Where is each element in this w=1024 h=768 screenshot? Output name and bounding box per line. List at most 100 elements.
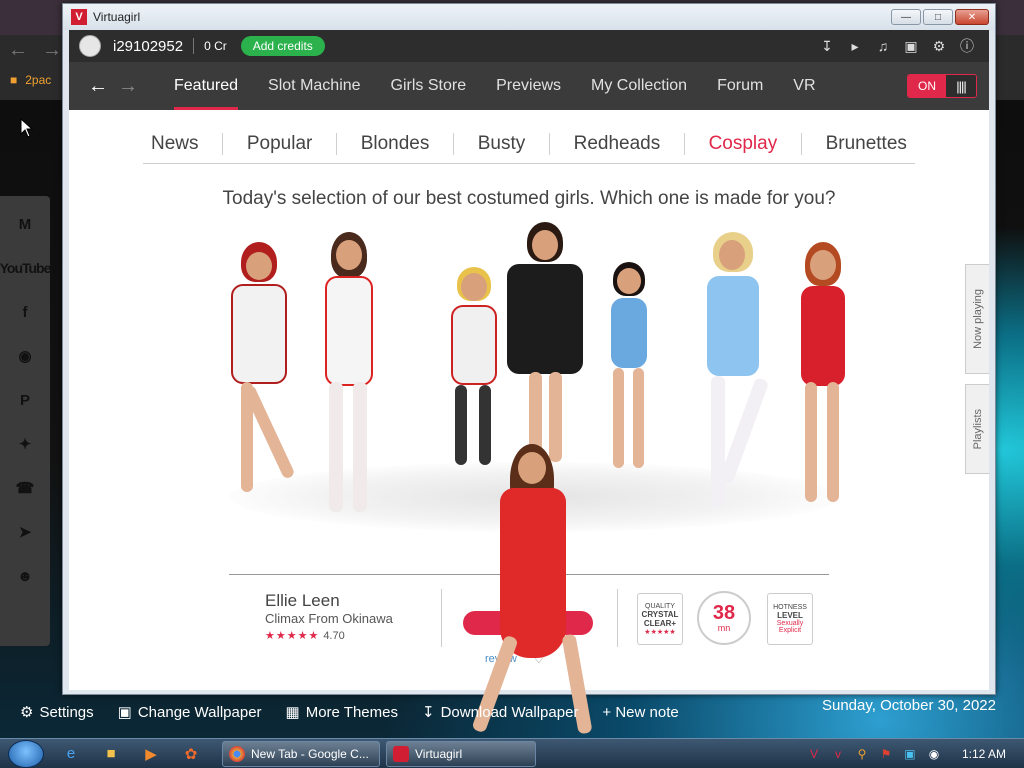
divider: [683, 132, 685, 155]
quality-badge-stars: ★★★★★: [644, 628, 676, 636]
bookmark-icon: ■: [10, 73, 18, 87]
browser-back-icon[interactable]: ←: [8, 39, 28, 62]
avatar[interactable]: [79, 35, 101, 57]
forward-arrow-icon[interactable]: →: [113, 75, 143, 98]
gmail-icon[interactable]: M: [5, 202, 45, 246]
music-icon[interactable]: ♫: [873, 36, 893, 56]
more-themes-button[interactable]: ▦ More Themes: [285, 703, 398, 722]
category-busty[interactable]: Busty: [470, 133, 534, 155]
category-blondes[interactable]: Blondes: [353, 133, 438, 155]
download-wallpaper-label: Download Wallpaper: [440, 703, 579, 721]
divider: [441, 589, 442, 647]
hotness-badge-sub1: Sexually: [776, 620, 804, 627]
twitter-icon[interactable]: ✦: [5, 422, 45, 466]
folder-icon[interactable]: ■: [98, 743, 124, 765]
category-popular[interactable]: Popular: [239, 133, 321, 155]
image-icon: ▣: [117, 704, 132, 721]
change-wallpaper-label: Change Wallpaper: [137, 703, 262, 721]
nav-forum[interactable]: Forum: [702, 62, 778, 110]
username: i29102952: [113, 37, 184, 55]
model-figure: [789, 242, 859, 512]
browser-forward-icon[interactable]: →: [42, 39, 62, 62]
change-wallpaper-button[interactable]: ▣ Change Wallpaper: [117, 703, 262, 722]
rating-value: 4.70: [323, 629, 345, 642]
search-icon[interactable]: ⚲: [854, 746, 870, 762]
model-name[interactable]: Ellie Leen: [265, 591, 340, 611]
model-figure: [599, 262, 659, 472]
nav-featured[interactable]: Featured: [159, 62, 253, 110]
now-playing-label: Now playing: [971, 289, 984, 349]
quality-badge-main: CRYSTAL: [641, 609, 679, 619]
download-wallpaper-button[interactable]: ↧ Download Wallpaper: [421, 703, 579, 722]
vr-toggle[interactable]: ON ||||: [907, 74, 977, 98]
telegram-icon[interactable]: ➤: [5, 510, 45, 554]
taskbar-virtuagirl-label: Virtuagirl: [415, 746, 463, 761]
clock[interactable]: 1:12 AM: [962, 747, 1006, 761]
flag-icon[interactable]: ⚑: [878, 746, 894, 762]
grid-icon: ▦: [285, 704, 300, 721]
hotness-badge-sub2: Explicit: [778, 627, 802, 634]
nav-vr[interactable]: VR: [778, 62, 830, 110]
virtuagirl-tray-icon[interactable]: V: [806, 746, 822, 762]
taskbar-chrome[interactable]: New Tab - Google C...: [222, 740, 380, 767]
facebook-icon[interactable]: f: [5, 290, 45, 334]
maximize-button[interactable]: □: [923, 9, 953, 25]
hotness-badge-top: HOTNESS: [773, 604, 807, 611]
now-playing-tab[interactable]: Now playing: [965, 264, 989, 374]
info-icon[interactable]: ⓘ: [957, 36, 977, 56]
quality-badge-top: QUALITY: [645, 602, 675, 610]
instagram-icon[interactable]: ◉: [5, 334, 45, 378]
download-icon: ↧: [421, 704, 435, 721]
scene-name[interactable]: Climax From Okinawa: [265, 611, 393, 626]
settings-button[interactable]: ⚙ Settings: [20, 703, 94, 722]
category-redheads[interactable]: Redheads: [566, 133, 669, 155]
v-tray-icon[interactable]: v: [830, 746, 846, 762]
app-logo-icon: V: [71, 9, 87, 25]
playlists-tab[interactable]: Playlists: [965, 384, 989, 474]
download-icon[interactable]: ↧: [817, 36, 837, 56]
nav-my-collection[interactable]: My Collection: [576, 62, 702, 110]
volume-icon[interactable]: ◉: [926, 746, 942, 762]
display-icon[interactable]: ▣: [901, 36, 921, 56]
settings-label: Settings: [39, 703, 94, 721]
page-subtitle: Today's selection of our best costumed g…: [222, 188, 836, 209]
monitor-icon[interactable]: ▣: [902, 746, 918, 762]
main-nav: ← → Featured Slot Machine Girls Store Pr…: [69, 62, 989, 110]
rating: ★★★★★ 4.70: [265, 629, 345, 643]
taskbar-virtuagirl[interactable]: Virtuagirl: [386, 740, 536, 767]
category-cosplay[interactable]: Cosplay: [701, 133, 786, 155]
barcode-icon: ||||: [946, 75, 976, 97]
bookmark-item[interactable]: 2pac: [25, 73, 51, 87]
more-themes-label: More Themes: [305, 703, 398, 721]
category-news[interactable]: News: [143, 133, 207, 155]
minimize-button[interactable]: —: [891, 9, 921, 25]
internet-explorer-icon[interactable]: e: [58, 743, 84, 765]
close-button[interactable]: ✕: [955, 9, 989, 25]
youtube-icon[interactable]: YouTube: [0, 246, 51, 290]
duration-value: 38: [712, 602, 736, 624]
model-figure: [689, 232, 779, 522]
whatsapp-icon[interactable]: ☎: [5, 466, 45, 510]
nav-previews[interactable]: Previews: [481, 62, 576, 110]
media-player-icon[interactable]: ▶: [138, 743, 164, 765]
duration-badge: 38 mn: [697, 591, 751, 645]
quality-badge: QUALITY CRYSTAL CLEAR+ ★★★★★: [637, 593, 683, 645]
new-note-button[interactable]: + New note: [602, 704, 678, 721]
app-launcher-icon[interactable]: ✿: [178, 743, 204, 765]
pinterest-icon[interactable]: P: [5, 378, 45, 422]
back-arrow-icon[interactable]: ←: [83, 75, 113, 98]
divider: [222, 132, 224, 155]
nav-slot-machine[interactable]: Slot Machine: [253, 62, 376, 110]
taskbar: e ■ ▶ ✿ New Tab - Google C... Virtuagirl…: [0, 738, 1024, 768]
window-titlebar[interactable]: V Virtuagirl — □ ✕: [63, 4, 995, 30]
gear-icon[interactable]: ⚙: [929, 36, 949, 56]
duration-unit: mn: [717, 623, 731, 633]
reddit-icon[interactable]: ☻: [5, 554, 45, 598]
desktop-model-overlay[interactable]: [470, 444, 610, 739]
announcement-icon[interactable]: ▸: [845, 36, 865, 56]
category-brunettes[interactable]: Brunettes: [818, 133, 915, 155]
nav-girls-store[interactable]: Girls Store: [376, 62, 482, 110]
model-figure: [309, 232, 389, 522]
start-button[interactable]: [8, 739, 44, 768]
add-credits-button[interactable]: Add credits: [240, 36, 325, 56]
